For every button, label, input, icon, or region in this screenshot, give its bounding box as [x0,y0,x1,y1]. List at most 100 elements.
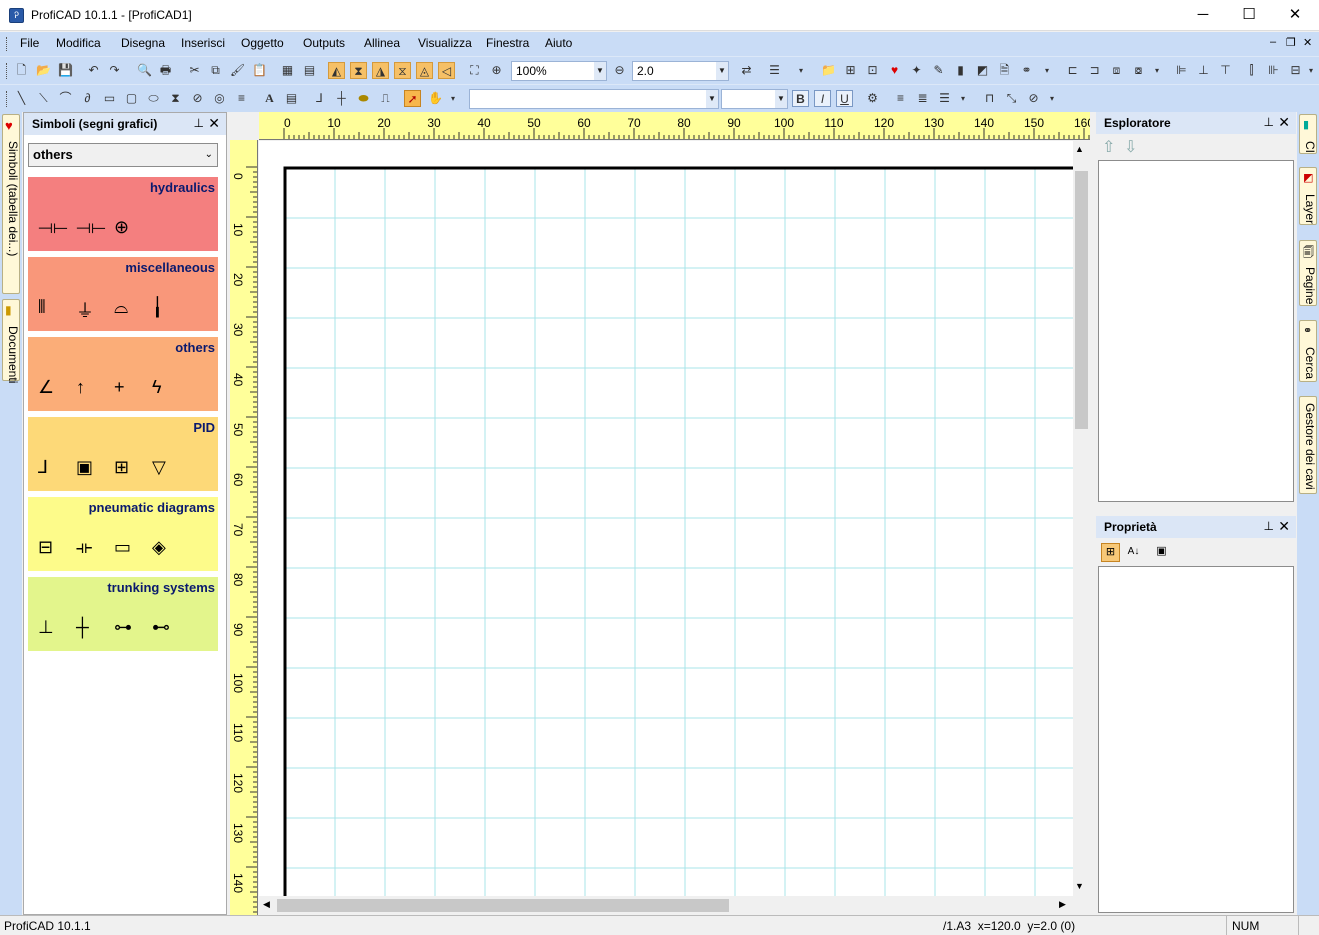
horizontal-scrollbar[interactable]: ◀ ▶ [259,896,1073,915]
font-combo[interactable]: ▼ [469,89,719,109]
select-arrow-icon[interactable]: ➚ [404,90,421,107]
text-align-center-icon[interactable]: ≣ [914,90,931,107]
layers-icon[interactable]: ☰ [766,62,783,79]
menu-modifica[interactable]: Modifica [56,36,101,50]
close-icon[interactable]: ✕ [1278,114,1290,131]
symbol-library-select[interactable]: others ⌄ [28,143,218,167]
binoculars-icon[interactable]: ⚭ [1018,62,1035,79]
symbol-thumbnail[interactable]: ⟛ [76,537,92,558]
grid-combo[interactable]: 2.0 ▼ [632,61,729,81]
mirror-icon[interactable]: ◬ [416,62,433,79]
menu-oggetto[interactable]: Oggetto [241,36,284,50]
close-icon[interactable]: ✕ [1278,518,1290,535]
symbol-thumbnail[interactable]: ┼ [76,617,89,638]
tab-symbols[interactable]: ♥ Simboli (tabella dei...) [2,114,20,294]
symbol-category-pneumatic-diagrams[interactable]: pneumatic diagrams ⊟ ⟛ ▭ ◈ [28,497,218,571]
close-button[interactable]: ✕ [1272,0,1318,31]
menu-aiuto[interactable]: Aiuto [545,36,572,50]
line-icon[interactable]: ╲ [13,90,30,107]
hourglass-icon[interactable]: ⧗ [167,90,184,107]
ellipse-rotated-icon[interactable]: ⊘ [189,90,206,107]
symbol-category-trunking-systems[interactable]: trunking systems ⊥ ┼ ⊶ ⊷ [28,577,218,651]
undo-icon[interactable]: ↶ [85,62,102,79]
app-icon[interactable]: Ꭾ [9,8,24,23]
cable-icon[interactable]: ⎍ [377,90,394,107]
redo-icon[interactable]: ↷ [106,62,123,79]
scroll-up-icon[interactable]: ▲ [1075,144,1084,154]
symbol-thumbnail[interactable]: ◈ [152,537,166,558]
image-icon[interactable]: ▤ [301,62,318,79]
print-icon[interactable]: 🖶 [157,62,174,79]
arrow-up-icon[interactable]: ⇧ [1102,137,1115,157]
minimize-button[interactable]: ─ [1180,0,1226,31]
wand-icon[interactable]: ✦ [908,62,925,79]
align-top-icon[interactable]: ⊤ [1217,62,1234,79]
rectangle-icon[interactable]: ▭ [101,90,118,107]
stack-icon[interactable]: ◩ [974,62,991,79]
mdi-minimize-button[interactable]: ‒ [1270,36,1276,48]
mdi-close-button[interactable]: ✕ [1303,36,1312,49]
chevron-down-icon[interactable]: ▼ [775,90,787,108]
close-icon[interactable]: ✕ [208,115,220,132]
send-back-icon[interactable]: ⧇ [1130,62,1147,79]
menu-visualizza[interactable]: Visualizza [418,36,472,50]
save-icon[interactable]: 💾 [57,62,74,79]
copy-icon[interactable]: ⧉ [207,62,224,79]
symbol-thumbnail[interactable]: ╽ [152,297,163,318]
pan-hand-icon[interactable]: ✋ [427,90,444,107]
wire-icon[interactable]: ⅃ [311,90,328,107]
font-size-combo[interactable]: ▼ [721,89,788,109]
tab-layer[interactable]: ◩ Layer [1299,167,1317,225]
align-bottom-icon[interactable]: ⊥ [1195,62,1212,79]
text-align-right-icon[interactable]: ☰ [936,90,953,107]
paste-icon[interactable]: 📋 [251,62,268,79]
toolbar-overflow-icon[interactable]: ▾ [1306,62,1316,79]
measure-icon[interactable]: ⤡ [1003,90,1020,107]
symbol-thumbnail[interactable]: ⊶ [114,617,132,638]
toolbar-overflow-icon[interactable]: ▾ [1152,62,1162,79]
textbox-icon[interactable]: ▤ [283,90,300,107]
toolbar-overflow-icon[interactable]: ▾ [958,90,968,107]
chevron-down-icon[interactable]: ▼ [594,62,606,80]
explorer-tree[interactable] [1098,160,1294,502]
toolbar-overflow-icon[interactable]: ▾ [448,90,458,107]
curve-icon[interactable]: ◎ [211,90,228,107]
symbol-thumbnail[interactable]: ∠ [38,377,54,398]
pin-icon[interactable]: ⊥ [1264,519,1274,533]
chevron-down-icon[interactable]: ▼ [706,90,718,108]
symbol-thumbnail[interactable]: ▭ [114,537,131,558]
menu-grip[interactable] [6,37,9,51]
text-icon[interactable]: A [261,90,278,107]
tab-ci[interactable]: ▮ CI [1299,114,1317,154]
sort-az-icon[interactable]: A↓ [1124,543,1143,562]
symbol-thumbnail[interactable]: ▽ [152,457,166,478]
no-entry-icon[interactable]: ⊘ [1025,90,1042,107]
open-folder-icon[interactable]: 📂 [35,62,52,79]
menu-outputs[interactable]: Outputs [303,36,345,50]
swap-icon[interactable]: ⇄ [738,62,755,79]
toolbar-overflow-icon[interactable]: ▾ [796,62,806,79]
align-middle-icon[interactable]: ⊟ [1287,62,1304,79]
flip-horizontal-icon[interactable]: ◭ [328,62,345,79]
ungroup-icon[interactable]: ⊐ [1086,62,1103,79]
arrow-down-icon[interactable]: ⇩ [1124,137,1137,157]
align-left-icon[interactable]: ⊫ [1173,62,1190,79]
symbol-category-miscellaneous[interactable]: miscellaneous ⫴ ⏚ ⌓ ╽ [28,257,218,331]
symbol-thumbnail[interactable]: ⫴ [38,297,46,318]
text-align-left-icon[interactable]: ≡ [892,90,909,107]
symbol-category-pid[interactable]: PID ⅃ ▣ ⊞ ▽ [28,417,218,491]
arc-icon[interactable]: ⌒ [57,90,74,107]
pin-icon[interactable]: ⊥ [1264,115,1274,129]
rounded-rect-icon[interactable]: ▢ [123,90,140,107]
group-icon[interactable]: ⊏ [1064,62,1081,79]
scroll-down-icon[interactable]: ▼ [1075,881,1084,891]
vertical-scrollbar[interactable]: ▲ ▼ [1073,141,1090,896]
pin-icon[interactable]: ⊥ [194,116,204,130]
document-icon[interactable]: 🗎 [996,62,1013,79]
symbol-thumbnail[interactable]: + [114,377,125,398]
vertical-scroll-thumb[interactable] [1075,171,1088,429]
categorized-icon[interactable]: ⊞ [1101,543,1120,562]
format-painter-icon[interactable]: 🖌 [229,62,246,79]
symbol-thumbnail[interactable]: ⟞⟝ [38,217,68,238]
symbol-thumbnail[interactable]: ⊥ [38,617,54,638]
